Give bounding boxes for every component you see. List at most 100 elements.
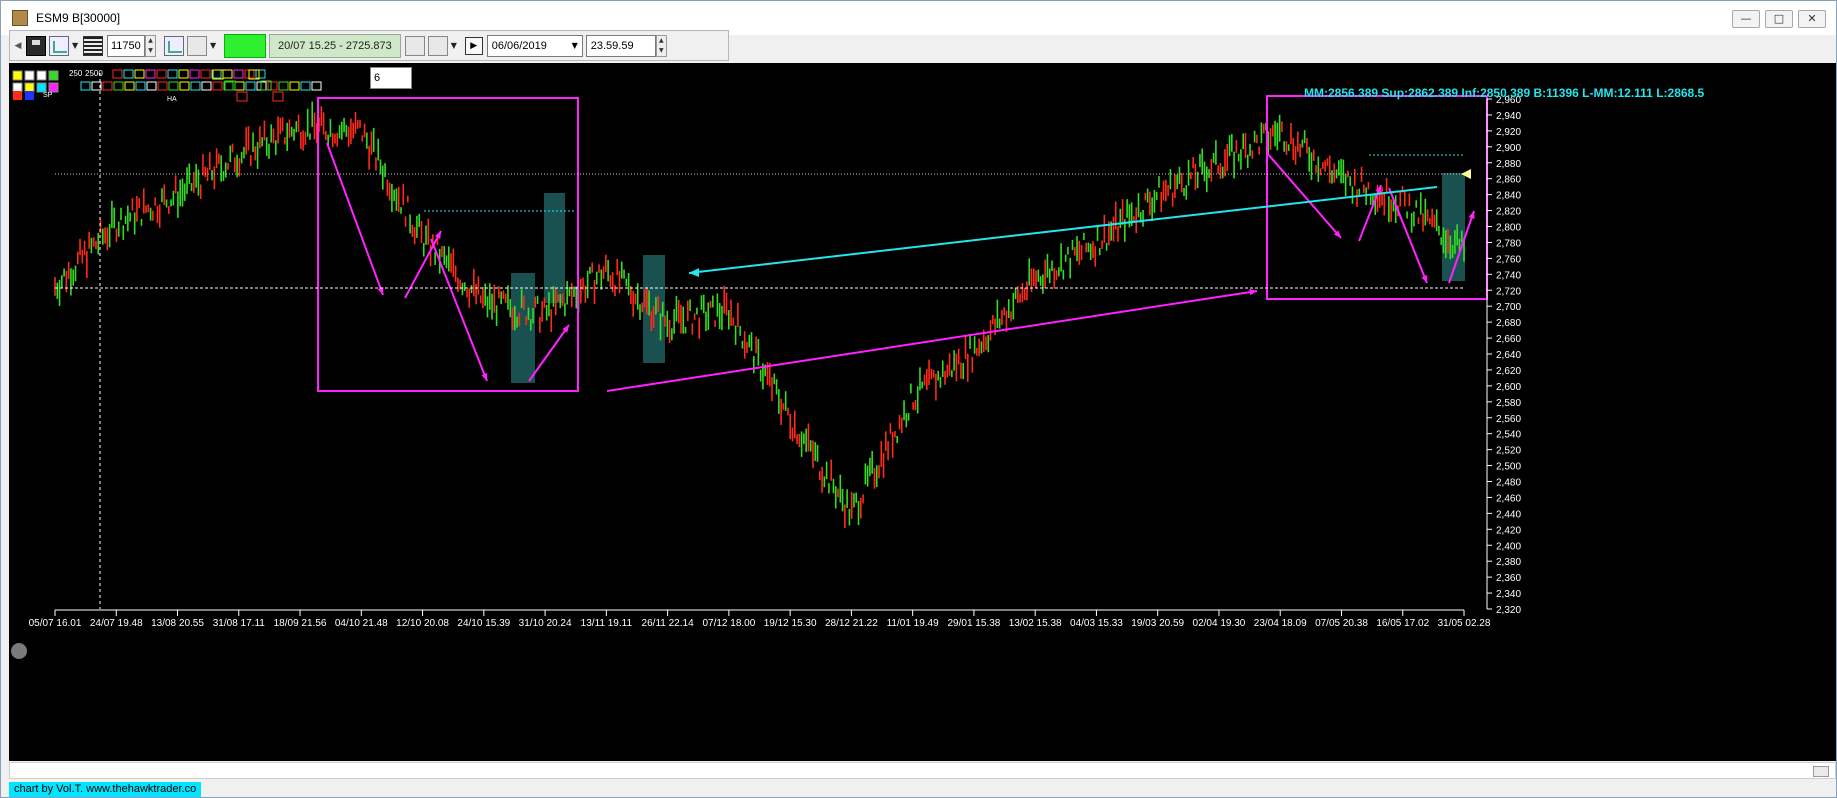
indicator-toggle-icon: [134, 69, 145, 79]
arrow-head: [1421, 275, 1428, 283]
time-input[interactable]: 23.59.59: [585, 34, 656, 57]
chart-type-dropdown-icon[interactable]: ▼: [72, 41, 80, 50]
x-tick-label: 19/03 20.59: [1131, 618, 1184, 629]
y-tick-label: 2,360: [1496, 573, 1521, 584]
y-tick-label: 2,320: [1496, 605, 1521, 616]
indicator-toggle-icon: [245, 81, 256, 91]
chart-type-icon[interactable]: [49, 35, 69, 56]
indicator-toggle-icon: [300, 81, 311, 91]
x-tick-label: 04/03 15.33: [1070, 618, 1123, 629]
horizontal-scrollbar[interactable]: [9, 762, 1836, 779]
restore-icon[interactable]: □: [1765, 10, 1793, 28]
arrow-head: [1375, 185, 1382, 193]
date-value: 06/06/2019: [491, 39, 547, 52]
x-tick-label: 23/04 18.09: [1254, 618, 1307, 629]
indicator-toggle-icon: [234, 81, 245, 91]
x-tick-label: 31/05 02.28: [1438, 618, 1491, 629]
indicator-toggle-icon: [112, 69, 123, 79]
indicator-toggle-icon: [267, 81, 278, 91]
x-tick-label: 13/02 15.38: [1009, 618, 1062, 629]
x-tick-label: 13/08 20.55: [151, 618, 204, 629]
back-arrow-icon[interactable]: ◀: [13, 41, 23, 51]
x-tick-label: 16/05 17.02: [1376, 618, 1429, 629]
indicator-toggle-icon: [278, 81, 289, 91]
x-tick-label: 07/05 20.38: [1315, 618, 1368, 629]
y-tick-label: 2,760: [1496, 254, 1521, 265]
scrollbar-thumb[interactable]: [1813, 766, 1829, 777]
y-tick-label: 2,660: [1496, 334, 1521, 345]
x-tick-label: 26/11 22.14: [642, 618, 695, 629]
arrow-head: [481, 373, 488, 381]
indicator-toggle-icon: [236, 91, 248, 102]
chart-panel[interactable]: 250 2500 SP HA 2,960 2,940 2,920 2,900 2,880 2,8…: [9, 63, 1836, 761]
indicator-label: 250: [69, 69, 83, 78]
x-tick-label: 24/10 15.39: [457, 618, 510, 629]
layout-dropdown-icon[interactable]: ▼: [451, 41, 459, 50]
indicator-toggle-icon: [168, 81, 179, 91]
save-layout-icon[interactable]: [404, 35, 425, 56]
y-tick-label: 2,540: [1496, 430, 1521, 441]
time-spinner[interactable]: ▲ ▼: [655, 34, 667, 57]
color-swatch: [24, 70, 35, 81]
price-bars: [54, 101, 1465, 529]
indicator-icon[interactable]: [164, 35, 184, 56]
shaded-zone: [544, 193, 565, 303]
load-layout-icon[interactable]: [427, 35, 448, 56]
y-tick-label: 2,800: [1496, 223, 1521, 234]
indicator-toggle-icon: [146, 81, 157, 91]
bars-input[interactable]: 11750: [107, 34, 145, 57]
y-tick-label: 2,440: [1496, 509, 1521, 520]
date-dropdown-icon[interactable]: ▼: [572, 36, 578, 56]
bars-spinner[interactable]: ▲ ▼: [145, 34, 156, 57]
y-tick-label: 2,940: [1496, 111, 1521, 122]
y-tick-label: 2,860: [1496, 175, 1521, 186]
y-tick-label: 2,720: [1496, 286, 1521, 297]
date-picker[interactable]: 06/06/2019 ▼: [486, 34, 583, 57]
indicator-toggle-icon: [233, 69, 244, 79]
y-tick-label: 2,340: [1496, 589, 1521, 600]
color-swatch: [13, 91, 22, 100]
arrow-head: [689, 268, 699, 277]
y-tick-label: 2,460: [1496, 493, 1521, 504]
period-input[interactable]: 6: [370, 67, 412, 89]
play-icon[interactable]: ▶: [464, 36, 483, 55]
indicator-toggle-icon: [222, 69, 233, 79]
arrow-head: [1468, 211, 1475, 219]
minimize-icon[interactable]: —: [1732, 10, 1760, 28]
window-title: ESM9 B[30000]: [36, 11, 121, 25]
x-tick-label: 13/11 19.11: [581, 618, 633, 629]
info-line: MM:2856.389 Sup:2862.389 Inf:2850.389 B:…: [1304, 86, 1705, 100]
indicator-toggle-icon: [123, 69, 134, 79]
indicator-toggle-icon: [212, 81, 223, 91]
x-tick-label: 02/04 19.30: [1193, 618, 1246, 629]
indicator-toggle-icon: [145, 69, 156, 79]
x-tick-label: 24/07 19.48: [90, 618, 143, 629]
indicator-toggle-icon: [189, 69, 200, 79]
settings-icon[interactable]: [187, 35, 207, 56]
color-swatch: [25, 91, 34, 100]
y-tick-label: 2,400: [1496, 541, 1521, 552]
indicator-buttons: 250 2500 SP HA: [12, 69, 322, 103]
x-tick-label: 11/01 19.49: [887, 618, 940, 629]
price-chart[interactable]: 250 2500SPHA 2,9602,9402,9202,9002,8802,8…: [9, 63, 1836, 761]
y-tick-label: 2,880: [1496, 159, 1521, 170]
indicator-toggle-icon: [289, 81, 300, 91]
settings-dropdown-icon[interactable]: ▼: [210, 41, 218, 50]
y-tick-label: 2,500: [1496, 462, 1521, 473]
y-tick-label: 2,480: [1496, 478, 1521, 489]
indicator-label: HA: [167, 96, 177, 103]
close-icon[interactable]: ✕: [1798, 10, 1826, 28]
save-icon[interactable]: [26, 35, 46, 56]
indicator-label: SP: [43, 92, 53, 99]
indicator-toggle-icon: [201, 81, 212, 91]
y-tick-label: 2,620: [1496, 366, 1521, 377]
app-window: ESM9 B[30000] — □ ✕ ◀ ▼ 11750 ▲ ▼ ▼ 20/07…: [0, 0, 1837, 798]
y-tick-label: 2,700: [1496, 302, 1521, 313]
color-swatch: [12, 82, 23, 93]
color-swatch: [48, 82, 59, 93]
shaded-zone: [1442, 173, 1465, 281]
gear-icon[interactable]: [11, 643, 27, 659]
annotations: [55, 73, 1488, 609]
x-tick-label: 31/10 20.24: [519, 618, 572, 629]
grid-icon[interactable]: [83, 35, 103, 56]
